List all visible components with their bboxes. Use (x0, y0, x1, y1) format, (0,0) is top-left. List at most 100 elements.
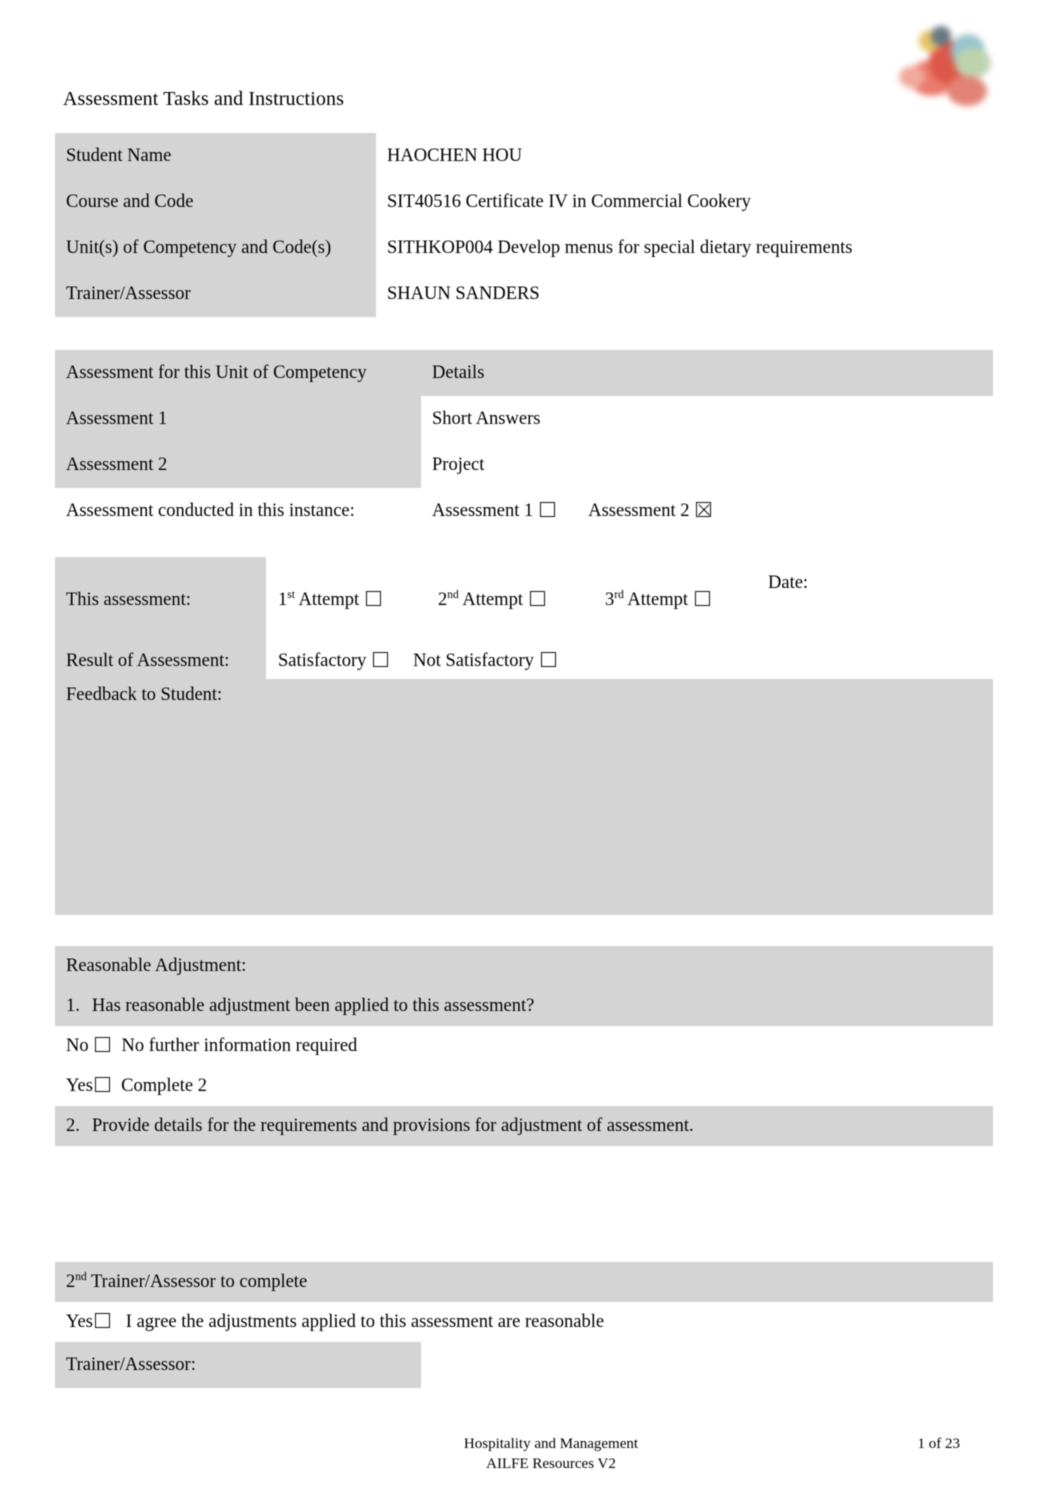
attempt-2-label: Attempt (462, 590, 523, 610)
adjustment-details-input[interactable] (55, 1146, 993, 1262)
unit-competency-label: Unit(s) of Competency and Code(s) (55, 225, 376, 271)
page-title: Assessment Tasks and Instructions (63, 88, 344, 110)
assessment-result-table: This assessment: 1st Attempt 2nd Attempt… (55, 557, 993, 915)
table-row: 1. Has reasonable adjustment been applied… (55, 986, 993, 1026)
student-name-label: Student Name (55, 133, 376, 179)
second-assessor-heading: 2nd Trainer/Assessor to complete (55, 1262, 993, 1302)
trainer-assessor-label: Trainer/Assessor (55, 271, 376, 317)
assessment-details-table: Assessment for this Unit of Competency D… (55, 350, 993, 534)
feedback-to-student-cell[interactable]: Feedback to Student: (55, 679, 993, 915)
page-number: 1 of 23 (917, 1436, 961, 1452)
not-satisfactory-checkbox[interactable] (540, 652, 556, 667)
page-footer: Hospitality and Management AILFE Resourc… (0, 1434, 1062, 1474)
table-row (55, 1146, 993, 1262)
attempt-1-checkbox[interactable] (365, 591, 381, 606)
attempt-2-checkbox[interactable] (529, 591, 545, 606)
feedback-row: Feedback to Student: (55, 679, 993, 915)
trainer-signature-row: Trainer/Assessor: (55, 1342, 993, 1388)
satisfactory-label: Satisfactory (278, 651, 367, 671)
table-row: Unit(s) of Competency and Code(s) SITHKO… (55, 225, 875, 271)
table-row: Trainer/Assessor SHAUN SANDERS (55, 271, 875, 317)
second-assessor-ordinal: nd (75, 1270, 87, 1283)
student-name-value[interactable]: HAOCHEN HOU (376, 133, 875, 179)
question-2-number: 2. (66, 1116, 80, 1136)
attempt-row: This assessment: 1st Attempt 2nd Attempt… (55, 557, 993, 643)
assessment-1-option-label: Assessment 1 (432, 501, 534, 521)
attempt-2-cell[interactable]: 2nd Attempt (426, 557, 593, 643)
trainer-signature-input[interactable] (421, 1342, 993, 1388)
yes-note: Complete 2 (121, 1076, 207, 1096)
table-row: 2nd Trainer/Assessor to complete (55, 1262, 993, 1302)
assessment-2-option[interactable]: Assessment 2 (588, 501, 713, 521)
assessment-1-checkbox[interactable] (539, 502, 555, 517)
table-row: Assessment 1 Short Answers (55, 396, 993, 442)
attempt-2-ordinal: nd (447, 588, 459, 601)
reasonable-adjustment-table: Reasonable Adjustment: 1. Has reasonable … (55, 946, 993, 1388)
no-checkbox[interactable] (95, 1037, 111, 1052)
agree-option-row[interactable]: Yes I agree the adjustments applied to t… (55, 1302, 993, 1342)
assessment-2-checkbox[interactable] (696, 502, 712, 517)
question-2-row: 2. Provide details for the requirements a… (55, 1106, 993, 1146)
agree-yes-label: Yes (66, 1312, 93, 1332)
attempt-1-cell[interactable]: 1st Attempt (266, 557, 426, 643)
attempt-3-ordinal: rd (614, 588, 624, 601)
attempt-1-number: 1 (278, 590, 288, 610)
yes-checkbox[interactable] (94, 1077, 110, 1092)
reasonable-adjustment-heading: Reasonable Adjustment: (55, 946, 993, 986)
no-note: No further information required (121, 1036, 358, 1056)
question-2-text: Provide details for the requirements and… (92, 1116, 694, 1136)
unit-competency-value[interactable]: SITHKOP004 Develop menus for special die… (376, 225, 875, 271)
table-row: Assessment conducted in this instance: A… (55, 488, 993, 534)
trainer-assessor-value[interactable]: SHAUN SANDERS (376, 271, 875, 317)
table-header-row: Assessment for this Unit of Competency D… (55, 350, 993, 396)
satisfactory-checkbox[interactable] (373, 652, 388, 667)
yes-label: Yes (66, 1076, 93, 1096)
feedback-label: Feedback to Student: (66, 685, 223, 705)
table-row: Reasonable Adjustment: (55, 946, 993, 986)
result-of-assessment-label: Result of Assessment: (55, 643, 266, 679)
course-code-label: Course and Code (55, 179, 376, 225)
yes-option-row[interactable]: Yes Complete 2 (55, 1066, 993, 1106)
assessment-conducted-label: Assessment conducted in this instance: (55, 488, 421, 534)
attempt-3-number: 3 (605, 590, 615, 610)
table-row: 2. Provide details for the requirements a… (55, 1106, 993, 1146)
table-row: No No further information required (55, 1026, 993, 1066)
assessment-1-label: Assessment 1 (55, 396, 421, 442)
attempt-2-number: 2 (438, 590, 448, 610)
table-row: Yes I agree the adjustments applied to t… (55, 1302, 993, 1342)
table-row: Student Name HAOCHEN HOU (55, 133, 875, 179)
student-info-table: Student Name HAOCHEN HOU Course and Code… (55, 133, 875, 317)
footer-line-2: AILFE Resources V2 (486, 1456, 616, 1472)
table-row: Yes Complete 2 (55, 1066, 993, 1106)
second-assessor-number: 2 (66, 1272, 76, 1292)
attempt-3-label: Attempt (627, 590, 689, 610)
table-row: Course and Code SIT40516 Certificate IV … (55, 179, 875, 225)
question-1-row: 1. Has reasonable adjustment been applied… (55, 986, 993, 1026)
assessment-1-value: Short Answers (421, 396, 993, 442)
this-assessment-label: This assessment: (55, 557, 266, 643)
attempt-3-checkbox[interactable] (694, 591, 710, 606)
assessment-2-label: Assessment 2 (55, 442, 421, 488)
attempt-1-label: Attempt (298, 590, 360, 610)
course-code-value[interactable]: SIT40516 Certificate IV in Commercial Co… (376, 179, 875, 225)
attempt-3-cell[interactable]: 3rd Attempt (593, 557, 757, 643)
question-1-number: 1. (66, 996, 80, 1016)
trainer-signature-label: Trainer/Assessor: (55, 1342, 421, 1388)
agree-text: I agree the adjustments applied to this … (125, 1312, 605, 1332)
assessment-conducted-options: Assessment 1 Assessment 2 (421, 488, 993, 534)
assessment-unit-header: Assessment for this Unit of Competency (55, 350, 421, 396)
date-cell[interactable]: Date: (757, 557, 993, 643)
second-assessor-label: Trainer/Assessor to complete (91, 1272, 308, 1292)
satisfactory-option[interactable]: Satisfactory Not Satisfactory (266, 643, 593, 679)
no-option-row[interactable]: No No further information required (55, 1026, 993, 1066)
result-spacer (593, 643, 993, 679)
footer-line-1: Hospitality and Management (463, 1436, 639, 1452)
assessment-1-option[interactable]: Assessment 1 (432, 501, 557, 521)
assessment-2-value: Project (421, 442, 993, 488)
table-row: Trainer/Assessor: (55, 1342, 993, 1388)
table-row: Assessment 2 Project (55, 442, 993, 488)
assessment-2-option-label: Assessment 2 (588, 501, 690, 521)
agree-yes-checkbox[interactable] (94, 1313, 110, 1328)
date-label: Date: (768, 573, 809, 593)
organisation-logo-icon (893, 22, 1005, 110)
